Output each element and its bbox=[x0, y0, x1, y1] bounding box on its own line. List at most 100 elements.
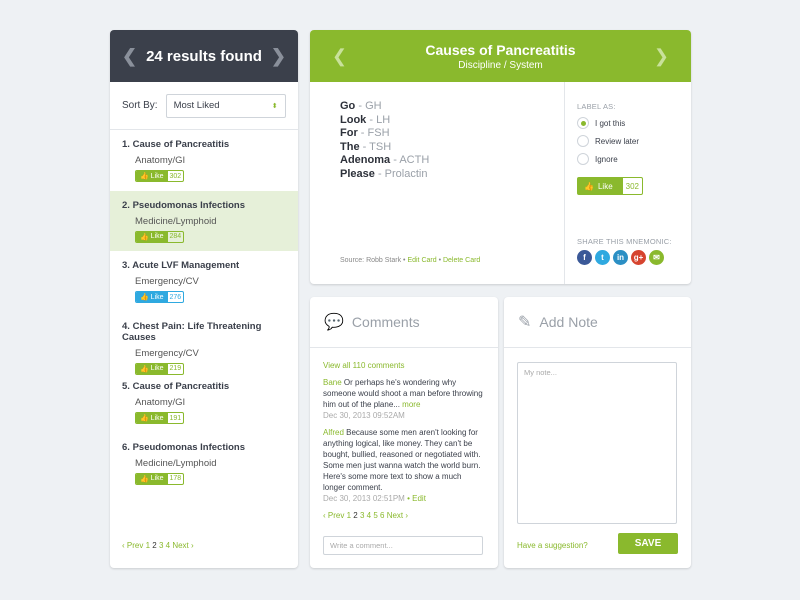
result-category: Medicine/Lymphoid bbox=[135, 457, 217, 469]
note-header: ✎ Add Note bbox=[504, 297, 691, 348]
edit-comment-link[interactable]: Edit bbox=[412, 494, 426, 503]
radio-label: Ignore bbox=[595, 154, 618, 164]
like-label: Like bbox=[150, 233, 164, 240]
next-card-icon[interactable]: ❯ bbox=[654, 46, 669, 67]
page-link[interactable]: 6 bbox=[380, 511, 384, 520]
mnemonic-word: Adenoma bbox=[340, 154, 391, 166]
result-title: 3. Acute LVF Management bbox=[122, 260, 240, 271]
result-title: 5. Cause of Pancreatitis bbox=[122, 381, 230, 392]
next-page-link[interactable]: Next › bbox=[387, 511, 408, 520]
next-arrow-icon[interactable]: ❯ bbox=[271, 46, 286, 67]
mnemonic-line: For - FSH bbox=[340, 127, 390, 139]
radio-review-later[interactable]: Review later bbox=[577, 135, 679, 147]
share-heading: SHARE THIS MNEMONIC: bbox=[577, 237, 672, 246]
edit-note-icon: ✎ bbox=[518, 314, 532, 331]
delete-card-link[interactable]: Delete Card bbox=[443, 257, 480, 264]
suggestion-link[interactable]: Have a suggestion? bbox=[517, 541, 588, 550]
like-count: 276 bbox=[169, 293, 182, 301]
mnemonic-word: Please bbox=[340, 167, 375, 180]
result-category: Medicine/Lymphoid bbox=[135, 215, 217, 227]
comment-author[interactable]: Bane bbox=[323, 378, 342, 387]
mnemonic-line: Adenoma - ACTH bbox=[340, 154, 430, 166]
radio-icon bbox=[577, 153, 589, 165]
comment-author[interactable]: Alfred bbox=[323, 428, 344, 437]
card-title: Causes of Pancreatitis bbox=[425, 42, 576, 58]
result-item[interactable]: 6. Pseudomonas Infections Medicine/Lymph… bbox=[110, 433, 298, 494]
like-label: Like bbox=[150, 172, 164, 180]
view-all-comments-link[interactable]: View all 110 comments bbox=[323, 360, 485, 371]
result-item[interactable]: 5. Cause of Pancreatitis Anatomy/GI 👍 Li… bbox=[110, 372, 298, 433]
like-button[interactable]: 👍 Like 191 bbox=[135, 412, 185, 424]
comment-text: Because some men aren't looking for anyt… bbox=[323, 428, 481, 492]
page-link[interactable]: 4 bbox=[367, 511, 371, 520]
radio-ignore[interactable]: Ignore bbox=[577, 153, 679, 165]
facebook-icon[interactable]: f bbox=[577, 250, 592, 265]
mnemonic-meaning: GH bbox=[365, 100, 382, 112]
prev-arrow-icon[interactable]: ❮ bbox=[122, 46, 137, 67]
thumbs-up-icon: 👍 bbox=[140, 173, 149, 180]
prev-page-link[interactable]: ‹ Prev bbox=[122, 541, 143, 550]
mnemonic-line: Look - LH bbox=[340, 113, 391, 126]
prev-card-icon[interactable]: ❮ bbox=[332, 46, 347, 67]
mnemonic-text: Go - GH Look - LH For - FSH The - TSH Adenom… bbox=[340, 100, 429, 181]
mnemonic-word: For bbox=[340, 127, 358, 139]
page-link[interactable]: 1 bbox=[146, 541, 150, 550]
result-item[interactable]: 3. Acute LVF Management Emergency/CV 👍 L… bbox=[110, 251, 298, 312]
result-title: 4. Chest Pain: Life Threatening Causes bbox=[122, 320, 262, 343]
comment-time: Dec 30, 2013 02:51PM bbox=[323, 494, 405, 503]
next-page-link[interactable]: Next › bbox=[172, 541, 193, 550]
more-link[interactable]: more bbox=[402, 400, 420, 409]
note-textarea[interactable]: My note... bbox=[517, 362, 677, 524]
comment-time: Dec 30, 2013 09:52AM bbox=[323, 411, 405, 420]
like-button[interactable]: 👍 Like 219 bbox=[135, 362, 185, 375]
like-label: Like bbox=[150, 293, 164, 301]
radio-i-got-this[interactable]: I got this bbox=[577, 117, 679, 129]
add-note-panel: ✎ Add Note My note... Have a suggestion? … bbox=[504, 297, 691, 568]
like-button[interactable]: 👍 Like 302 bbox=[135, 170, 185, 182]
like-button[interactable]: 👍 Like 284 bbox=[135, 230, 185, 243]
page-link-current[interactable]: 2 bbox=[152, 541, 156, 550]
like-button[interactable]: 👍 Like 302 bbox=[577, 177, 644, 195]
save-button[interactable]: SAVE bbox=[618, 533, 678, 554]
prev-page-link[interactable]: ‹ Prev bbox=[323, 511, 344, 520]
radio-icon bbox=[577, 135, 589, 147]
result-item[interactable]: 2. Pseudomonas Infections Medicine/Lymph… bbox=[110, 190, 298, 251]
like-count: 302 bbox=[625, 181, 640, 191]
google-plus-icon[interactable]: g+ bbox=[631, 250, 646, 265]
result-title: 6. Pseudomonas Infections bbox=[122, 441, 246, 453]
mnemonic-line: Please - Prolactin bbox=[340, 167, 428, 180]
comment-input[interactable]: Write a comment... bbox=[323, 536, 483, 555]
radio-checked-icon bbox=[577, 117, 589, 129]
like-label: Like bbox=[150, 475, 164, 482]
linkedin-icon[interactable]: in bbox=[613, 250, 628, 265]
like-label: Like bbox=[150, 414, 164, 422]
comments-panel: 💬 Comments View all 110 comments Bane Or … bbox=[310, 297, 498, 568]
results-count: 24 results found bbox=[146, 47, 262, 65]
like-count: 191 bbox=[169, 414, 182, 422]
page-link[interactable]: 4 bbox=[166, 541, 170, 550]
edit-card-link[interactable]: Edit Card bbox=[407, 257, 436, 264]
like-button[interactable]: 👍 Like 178 bbox=[135, 472, 185, 485]
result-item[interactable]: 4. Chest Pain: Life Threatening Causes E… bbox=[110, 312, 298, 375]
page-link-current[interactable]: 2 bbox=[353, 511, 357, 520]
comments-title: Comments bbox=[351, 314, 420, 330]
twitter-icon[interactable]: t bbox=[595, 250, 610, 265]
result-title: 1. Cause of Pancreatitis bbox=[122, 139, 230, 150]
mnemonic-word: Look bbox=[340, 113, 367, 126]
like-button[interactable]: 👍 Like 276 bbox=[135, 291, 185, 303]
email-icon[interactable]: ✉ bbox=[649, 250, 664, 265]
comments-pagination: ‹ Prev 1 2 3 4 5 6 Next › bbox=[323, 510, 485, 521]
page-link[interactable]: 5 bbox=[373, 511, 377, 520]
thumbs-up-icon: 👍 bbox=[584, 181, 594, 191]
sort-select[interactable]: Most Liked ⬍ bbox=[165, 93, 286, 118]
mnemonic-meaning: LH bbox=[376, 113, 391, 126]
result-item[interactable]: 1. Cause of Pancreatitis Anatomy/GI 👍 Li… bbox=[110, 130, 298, 191]
mnemonic-line: Go - GH bbox=[340, 100, 382, 112]
page-link[interactable]: 1 bbox=[347, 511, 351, 520]
page-link[interactable]: 3 bbox=[360, 511, 364, 520]
page-link[interactable]: 3 bbox=[159, 541, 163, 550]
like-count: 284 bbox=[169, 233, 182, 240]
result-category: Emergency/CV bbox=[135, 347, 199, 359]
result-title: 2. Pseudomonas Infections bbox=[122, 199, 246, 211]
mnemonic-meaning: ACTH bbox=[399, 154, 430, 166]
